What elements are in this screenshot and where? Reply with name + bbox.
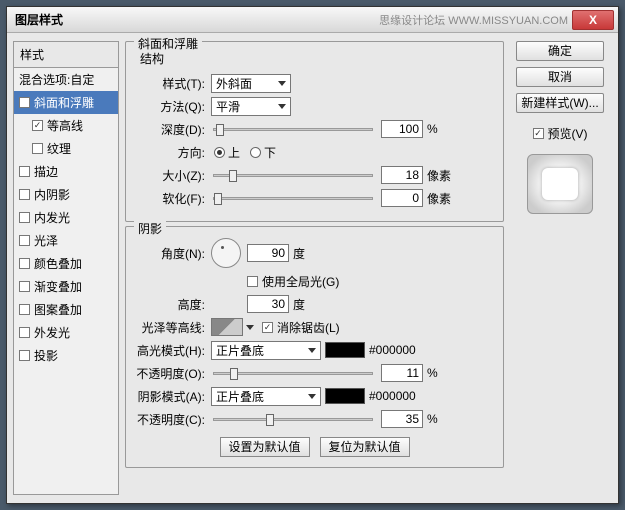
style-label: 外发光 (34, 324, 70, 341)
highlight-opacity-input[interactable]: 11 (381, 364, 423, 382)
style-checkbox[interactable] (32, 143, 43, 154)
chevron-down-icon[interactable] (246, 325, 254, 330)
depth-input[interactable]: 100 (381, 120, 423, 138)
soften-input[interactable]: 0 (381, 189, 423, 207)
style-item-6[interactable]: 光泽 (14, 229, 118, 252)
style-list: 样式 混合选项:自定 斜面和浮雕等高线纹理描边内阴影内发光光泽颜色叠加渐变叠加图… (13, 41, 119, 495)
soften-label: 软化(F): (136, 190, 211, 207)
highlight-opacity-slider[interactable] (213, 372, 373, 375)
structure-label: 结构 (140, 50, 493, 67)
right-panel: 确定 取消 新建样式(W)... 预览(V) (510, 41, 610, 495)
style-checkbox[interactable] (19, 350, 30, 361)
global-light-checkbox[interactable] (247, 276, 258, 287)
preview-checkbox[interactable] (533, 128, 544, 139)
gloss-contour-label: 光泽等高线: (136, 319, 211, 336)
watermark: 思缘设计论坛 WWW.MISSYUAN.COM (379, 12, 568, 28)
shadow-opacity-label: 不透明度(C): (136, 411, 211, 428)
blend-options[interactable]: 混合选项:自定 (14, 68, 118, 91)
style-list-header: 样式 (14, 42, 118, 68)
depth-label: 深度(D): (136, 121, 211, 138)
altitude-label: 高度: (136, 296, 211, 313)
style-checkbox[interactable] (19, 281, 30, 292)
altitude-input[interactable]: 30 (247, 295, 289, 313)
style-checkbox[interactable] (32, 120, 43, 131)
chevron-down-icon (278, 81, 286, 86)
style-item-7[interactable]: 颜色叠加 (14, 252, 118, 275)
shadow-opacity-slider[interactable] (213, 418, 373, 421)
style-item-8[interactable]: 渐变叠加 (14, 275, 118, 298)
bevel-group: 斜面和浮雕 结构 样式(T): 外斜面 方法(Q): 平滑 深度(D): 100… (125, 41, 504, 222)
ok-button[interactable]: 确定 (516, 41, 604, 61)
highlight-opacity-label: 不透明度(O): (136, 365, 211, 382)
new-style-button[interactable]: 新建样式(W)... (516, 93, 604, 113)
soften-slider[interactable] (213, 197, 373, 200)
style-label: 等高线 (47, 117, 83, 134)
style-label: 内发光 (34, 209, 70, 226)
technique-dropdown[interactable]: 平滑 (211, 97, 291, 116)
style-checkbox[interactable] (19, 327, 30, 338)
preview-swatch (527, 154, 593, 214)
style-dropdown[interactable]: 外斜面 (211, 74, 291, 93)
style-item-11[interactable]: 投影 (14, 344, 118, 367)
highlight-mode-label: 高光模式(H): (136, 342, 211, 359)
style-label: 描边 (34, 163, 58, 180)
close-button[interactable]: X (572, 10, 614, 30)
style-checkbox[interactable] (19, 189, 30, 200)
style-label: 渐变叠加 (34, 278, 82, 295)
style-item-10[interactable]: 外发光 (14, 321, 118, 344)
technique-label: 方法(Q): (136, 98, 211, 115)
style-item-1[interactable]: 等高线 (14, 114, 118, 137)
style-label: 图案叠加 (34, 301, 82, 318)
reset-default-button[interactable]: 复位为默认值 (320, 437, 410, 457)
style-item-5[interactable]: 内发光 (14, 206, 118, 229)
angle-control[interactable] (211, 238, 241, 268)
style-label: 光泽 (34, 232, 58, 249)
titlebar: 图层样式 思缘设计论坛 WWW.MISSYUAN.COM X (7, 7, 618, 33)
depth-slider[interactable] (213, 128, 373, 131)
size-input[interactable]: 18 (381, 166, 423, 184)
style-item-9[interactable]: 图案叠加 (14, 298, 118, 321)
angle-label: 角度(N): (136, 245, 211, 262)
shadow-color[interactable] (325, 388, 365, 404)
style-checkbox[interactable] (19, 212, 30, 223)
style-label: 斜面和浮雕 (34, 94, 94, 111)
style-item-4[interactable]: 内阴影 (14, 183, 118, 206)
group-title: 斜面和浮雕 (134, 35, 202, 52)
style-label: 纹理 (47, 140, 71, 157)
gloss-contour-picker[interactable] (211, 318, 243, 336)
chevron-down-icon (308, 394, 316, 399)
style-checkbox[interactable] (19, 258, 30, 269)
antialias-checkbox[interactable] (262, 322, 273, 333)
dialog-title: 图层样式 (15, 11, 63, 28)
size-label: 大小(Z): (136, 167, 211, 184)
shadow-mode-label: 阴影模式(A): (136, 388, 211, 405)
style-item-2[interactable]: 纹理 (14, 137, 118, 160)
style-checkbox[interactable] (19, 166, 30, 177)
style-item-3[interactable]: 描边 (14, 160, 118, 183)
style-checkbox[interactable] (19, 235, 30, 246)
style-checkbox[interactable] (19, 97, 30, 108)
chevron-down-icon (308, 348, 316, 353)
direction-up-radio[interactable] (214, 147, 225, 158)
highlight-mode-dropdown[interactable]: 正片叠底 (211, 341, 321, 360)
direction-label: 方向: (136, 144, 211, 161)
style-item-0[interactable]: 斜面和浮雕 (14, 91, 118, 114)
shading-title: 阴影 (134, 220, 166, 237)
highlight-color[interactable] (325, 342, 365, 358)
shading-group: 阴影 角度(N): 90度 使用全局光(G) 高度: 30度 光泽等高线: 消除… (125, 226, 504, 468)
make-default-button[interactable]: 设置为默认值 (220, 437, 310, 457)
size-slider[interactable] (213, 174, 373, 177)
direction-down-radio[interactable] (250, 147, 261, 158)
style-label: 投影 (34, 347, 58, 364)
angle-input[interactable]: 90 (247, 244, 289, 262)
layer-style-dialog: 图层样式 思缘设计论坛 WWW.MISSYUAN.COM X 样式 混合选项:自… (6, 6, 619, 504)
chevron-down-icon (278, 104, 286, 109)
style-label: 颜色叠加 (34, 255, 82, 272)
style-label: 样式(T): (136, 75, 211, 92)
style-label: 内阴影 (34, 186, 70, 203)
cancel-button[interactable]: 取消 (516, 67, 604, 87)
style-checkbox[interactable] (19, 304, 30, 315)
shadow-opacity-input[interactable]: 35 (381, 410, 423, 428)
shadow-mode-dropdown[interactable]: 正片叠底 (211, 387, 321, 406)
